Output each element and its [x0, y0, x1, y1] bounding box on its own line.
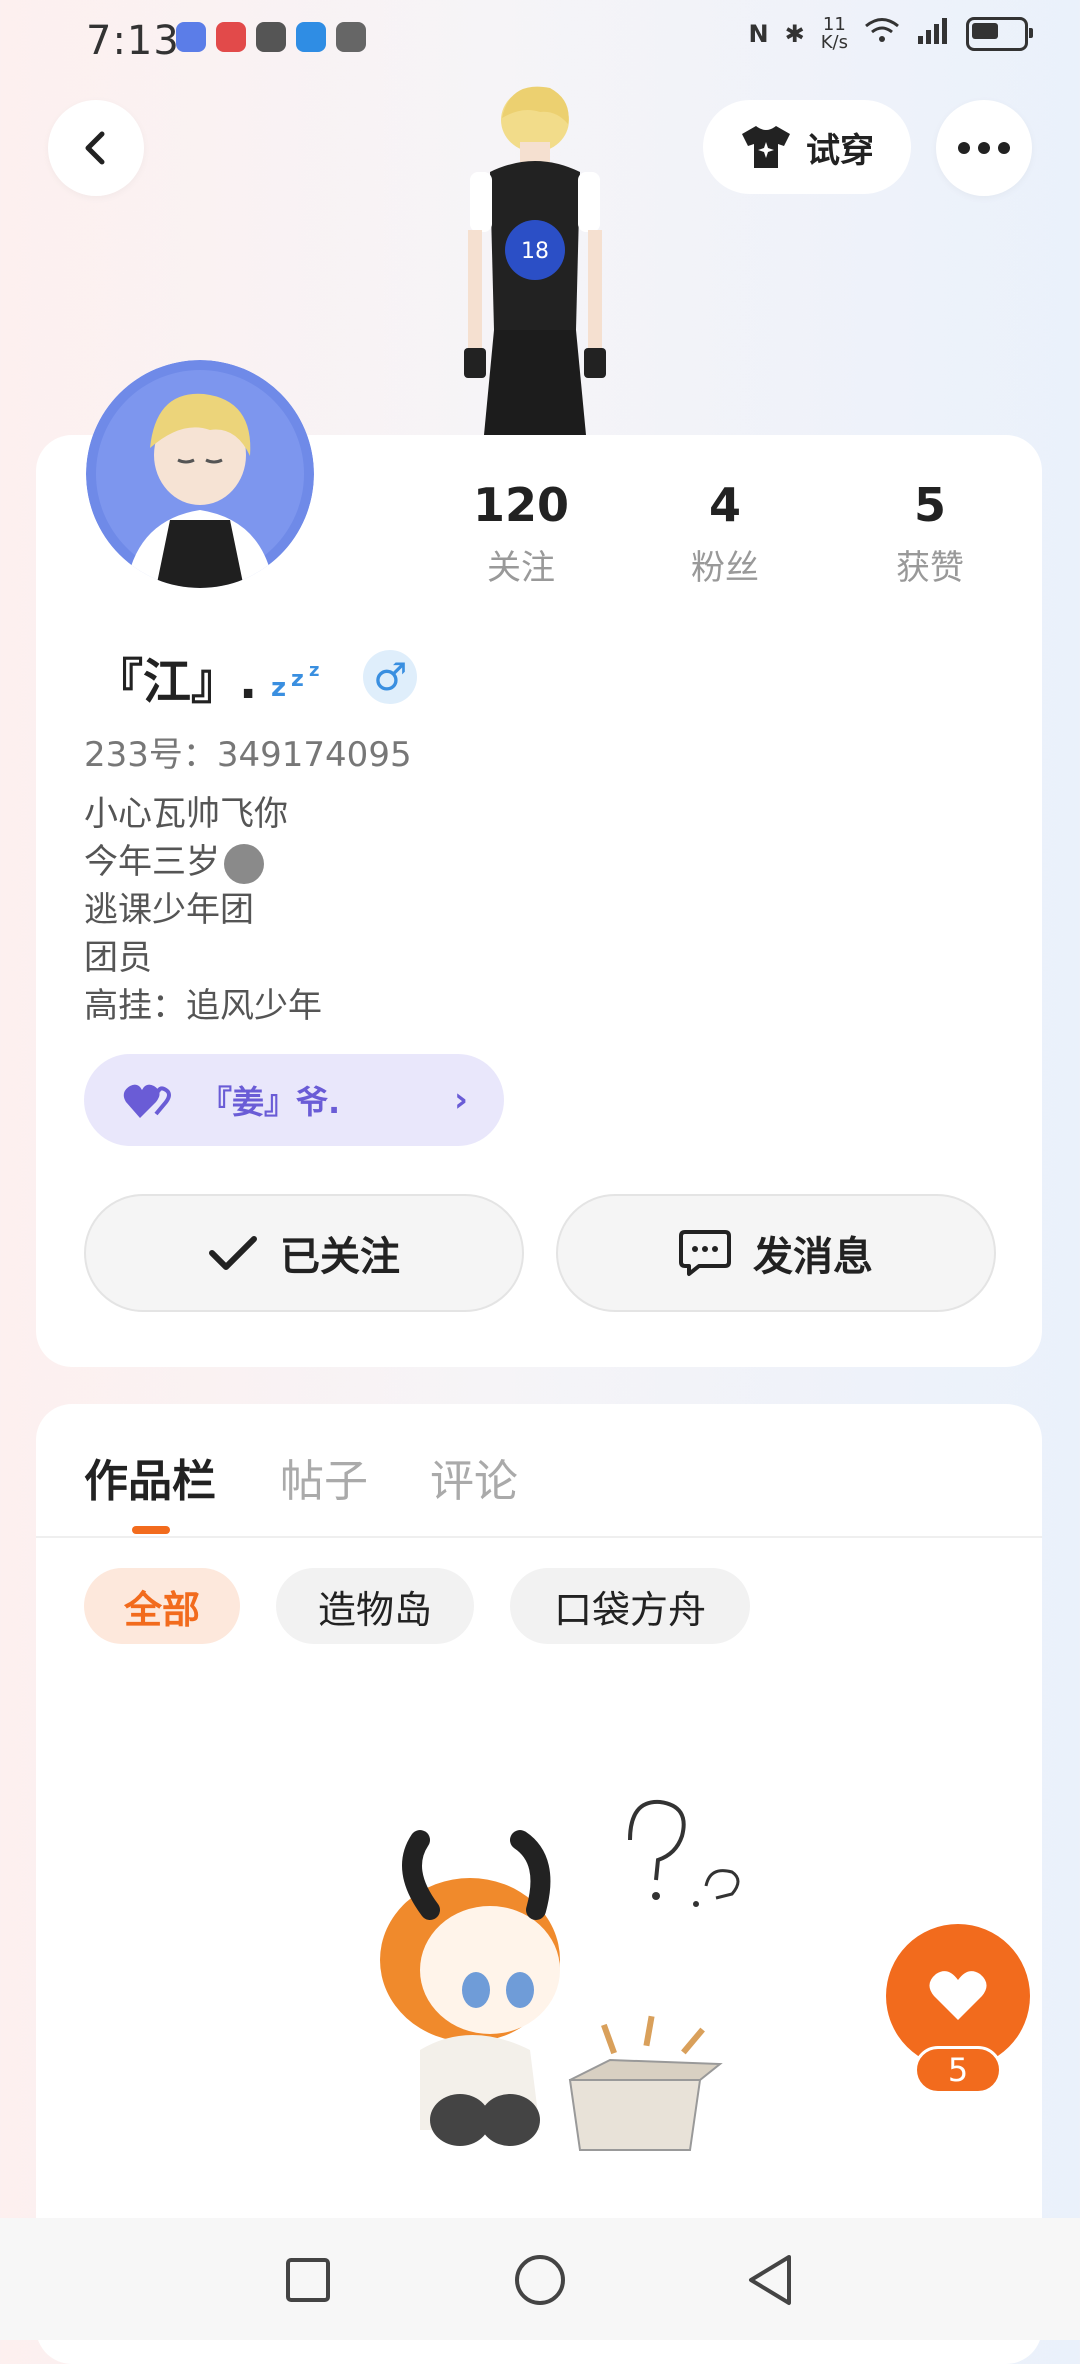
checkmark-icon	[209, 1236, 257, 1270]
avatar[interactable]	[86, 360, 314, 588]
tab-comments[interactable]: 评论	[430, 1445, 518, 1509]
message-label: 发消息	[753, 1234, 873, 1280]
battery-icon	[966, 17, 1033, 51]
red-app-icon	[216, 22, 246, 52]
empty-state-illustration	[380, 1799, 740, 2151]
chat-bubble-icon	[679, 1230, 731, 1276]
recents-button[interactable]	[278, 2250, 338, 2310]
fans-count: 4	[708, 478, 741, 532]
svg-text:z: z	[291, 667, 304, 692]
bio-line: 高挂：追风少年	[84, 986, 322, 1026]
bio: 小心瓦帅飞你 今年三岁 逃课少年团 团员 高挂：追风少年	[84, 790, 322, 1030]
cp-relationship-badge[interactable]: 『姜』爷. ›	[84, 1054, 504, 1146]
svg-text:z: z	[271, 673, 286, 702]
square-icon	[286, 2258, 330, 2302]
cell-signal-icon	[916, 16, 950, 52]
double-heart-icon	[123, 1084, 171, 1118]
chevron-right-icon: ›	[453, 1080, 468, 1120]
status-time: 7:13	[86, 18, 180, 64]
svg-text:18: 18	[521, 239, 549, 264]
character-avatar-figure: 18	[464, 86, 606, 435]
back-button[interactable]	[48, 100, 144, 196]
try-on-label: 试穿	[806, 130, 874, 171]
hand-app-icon	[336, 22, 366, 52]
triangle-back-icon	[749, 2255, 791, 2305]
tab-works[interactable]: 作品栏	[84, 1445, 216, 1509]
user-id[interactable]: 233号：349174095	[84, 727, 412, 776]
moon-face-emoji-icon	[224, 843, 264, 884]
chevron-left-icon	[85, 131, 105, 165]
circle-icon	[515, 2255, 565, 2305]
tab-posts[interactable]: 帖子	[280, 1445, 368, 1509]
try-on-button[interactable]: 试穿	[703, 100, 911, 194]
cp-name: 『姜』爷.	[200, 1083, 341, 1121]
username-row: 『江』. z z z ♂	[95, 642, 418, 712]
chip-all[interactable]: 全部	[84, 1568, 240, 1644]
likes-count: 5	[913, 478, 946, 532]
more-button[interactable]	[936, 100, 1032, 196]
tab-divider	[36, 1536, 1042, 1538]
wifi-icon	[864, 17, 900, 51]
stat-fans[interactable]: 4 粉丝	[650, 478, 800, 589]
bio-line: 今年三岁	[84, 838, 322, 886]
bluetooth-icon: ✱	[784, 20, 805, 48]
notification-icons	[176, 22, 366, 52]
followed-button[interactable]: 已关注	[84, 1194, 524, 1312]
music-app-icon	[176, 22, 206, 52]
send-message-button[interactable]: 发消息	[556, 1194, 996, 1312]
tshirt-icon	[742, 126, 790, 168]
chip-pocket-ark[interactable]: 口袋方舟	[510, 1568, 750, 1644]
like-count-badge: 5	[914, 2046, 1002, 2094]
wechat-icon	[256, 22, 286, 52]
stat-likes[interactable]: 5 获赞	[855, 478, 1005, 589]
heart-icon	[929, 1971, 987, 2020]
active-tab-indicator	[132, 1526, 170, 1534]
chip-creation-island[interactable]: 造物岛	[276, 1568, 474, 1644]
back-nav-button[interactable]	[740, 2250, 800, 2310]
fans-label: 粉丝	[691, 548, 759, 588]
avatar-image	[86, 360, 314, 588]
status-indicators: N ✱ 11 K/s	[748, 14, 1033, 53]
more-dots-icon	[958, 142, 1010, 154]
signal-app-icon	[296, 22, 326, 52]
bio-line: 小心瓦帅飞你	[84, 794, 288, 834]
bio-line: 逃课少年团	[84, 890, 254, 930]
likes-label: 获赞	[896, 548, 964, 588]
following-label: 关注	[487, 548, 555, 588]
username: 『江』.	[95, 654, 258, 710]
home-button[interactable]	[510, 2250, 570, 2310]
stat-following[interactable]: 120 关注	[446, 478, 596, 589]
following-count: 120	[472, 478, 570, 532]
svg-text:z: z	[309, 660, 319, 681]
nfc-icon: N	[748, 20, 769, 48]
bio-line: 团员	[84, 938, 152, 978]
followed-label: 已关注	[280, 1234, 400, 1280]
zzz-emoji-icon: z z z	[271, 660, 319, 702]
male-gender-icon: ♂	[363, 650, 418, 704]
net-speed: 11 K/s	[820, 14, 848, 53]
